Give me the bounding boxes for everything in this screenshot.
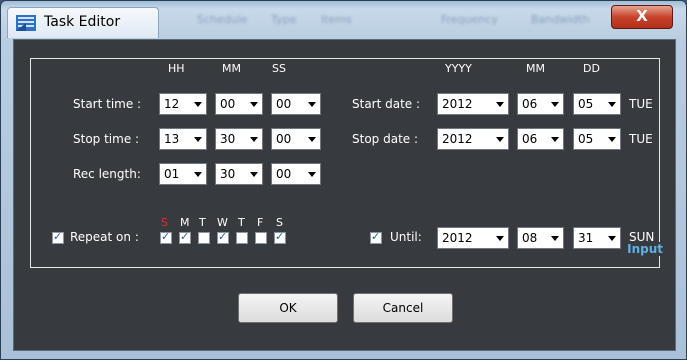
day-letter-wed: W	[217, 216, 228, 229]
start-minute-select[interactable]: 00	[215, 93, 263, 115]
stop-minute-select[interactable]: 30	[215, 128, 263, 150]
start-time-label: Start time :	[73, 97, 142, 111]
stop-weekday: TUE	[629, 132, 653, 146]
start-year-select[interactable]: 2012	[437, 93, 509, 115]
header-dd: DD	[583, 62, 600, 75]
start-month-select[interactable]: 06	[517, 93, 564, 115]
dialog-client-area: Input HH MM SS YYYY MM DD Start time : 1…	[13, 39, 676, 351]
background-menu-item: Frequency	[441, 13, 498, 26]
stop-date-label: Stop date :	[352, 132, 419, 146]
chevron-down-icon	[608, 236, 616, 241]
repeat-on-label: Repeat on :	[70, 230, 139, 244]
chevron-down-icon	[551, 102, 559, 107]
background-menu-item: Schedule	[197, 13, 248, 26]
title-bar[interactable]: Task Editor Schedule Type Items Frequenc…	[1, 1, 686, 39]
until-checkbox[interactable]	[370, 230, 382, 244]
background-menu-item: Type	[271, 13, 297, 26]
background-menu-item: Bandwidth	[531, 13, 590, 26]
start-date-label: Start date :	[352, 97, 421, 111]
chevron-down-icon	[308, 102, 316, 107]
repeat-thu-checkbox[interactable]	[236, 232, 248, 244]
task-editor-app-icon	[16, 15, 36, 31]
ok-button[interactable]: OK	[238, 293, 338, 323]
stop-month-select[interactable]: 06	[517, 128, 564, 150]
rec-length-label: Rec length:	[73, 167, 141, 181]
repeat-sun-checkbox[interactable]	[160, 230, 172, 244]
start-second-select[interactable]: 00	[271, 93, 321, 115]
chevron-down-icon	[194, 172, 202, 177]
chevron-down-icon	[250, 102, 258, 107]
chevron-down-icon	[608, 102, 616, 107]
start-weekday: TUE	[629, 97, 653, 111]
repeat-mon-checkbox[interactable]	[179, 230, 191, 244]
day-letter-sat: S	[276, 216, 283, 229]
title-tab: Task Editor	[7, 7, 159, 38]
day-letter-tue: T	[199, 216, 206, 229]
chevron-down-icon	[250, 137, 258, 142]
header-ss: SS	[272, 62, 286, 75]
day-letter-thu: T	[238, 216, 245, 229]
until-day-select[interactable]: 31	[573, 227, 621, 249]
chevron-down-icon	[496, 137, 504, 142]
until-month-select[interactable]: 08	[517, 227, 564, 249]
header-yyyy: YYYY	[445, 62, 472, 75]
chevron-down-icon	[608, 137, 616, 142]
header-mm: MM	[222, 62, 241, 75]
close-button[interactable]: X	[611, 5, 673, 29]
chevron-down-icon	[308, 172, 316, 177]
repeat-fri-checkbox[interactable]	[255, 232, 267, 244]
rec-hour-select[interactable]: 01	[159, 163, 207, 185]
stop-hour-select[interactable]: 13	[159, 128, 207, 150]
repeat-sat-checkbox[interactable]	[274, 230, 286, 244]
close-icon: X	[636, 7, 648, 25]
stop-second-select[interactable]: 00	[271, 128, 321, 150]
stop-time-label: Stop time :	[73, 132, 140, 146]
until-year-select[interactable]: 2012	[437, 227, 509, 249]
repeat-wed-checkbox[interactable]	[217, 230, 229, 244]
repeat-on-checkbox[interactable]	[52, 230, 64, 244]
chevron-down-icon	[496, 236, 504, 241]
chevron-down-icon	[194, 102, 202, 107]
repeat-tue-checkbox[interactable]	[198, 232, 210, 244]
rec-second-select[interactable]: 00	[271, 163, 321, 185]
until-label: Until:	[390, 230, 422, 244]
chevron-down-icon	[308, 137, 316, 142]
window-title: Task Editor	[44, 14, 121, 30]
until-weekday: SUN	[629, 230, 655, 244]
stop-year-select[interactable]: 2012	[437, 128, 509, 150]
chevron-down-icon	[194, 137, 202, 142]
rec-minute-select[interactable]: 30	[215, 163, 263, 185]
chevron-down-icon	[496, 102, 504, 107]
day-letter-sun: S	[161, 216, 168, 229]
chevron-down-icon	[551, 236, 559, 241]
start-hour-select[interactable]: 12	[159, 93, 207, 115]
header-hh: HH	[168, 62, 185, 75]
task-editor-window: Task Editor Schedule Type Items Frequenc…	[0, 0, 687, 360]
background-menu-item: Items	[321, 13, 352, 26]
chevron-down-icon	[551, 137, 559, 142]
day-letter-fri: F	[257, 216, 264, 229]
start-day-select[interactable]: 05	[573, 93, 621, 115]
chevron-down-icon	[250, 172, 258, 177]
stop-day-select[interactable]: 05	[573, 128, 621, 150]
cancel-button[interactable]: Cancel	[353, 293, 453, 323]
day-letter-mon: M	[180, 216, 190, 229]
header-month: MM	[526, 62, 545, 75]
group-label-input: Input	[623, 242, 667, 256]
